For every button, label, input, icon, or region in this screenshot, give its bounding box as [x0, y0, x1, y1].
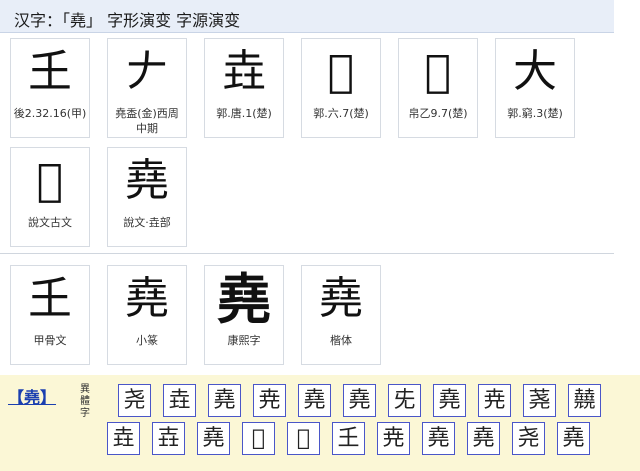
source-caption: 帛乙9.7(楚) — [408, 107, 468, 120]
script-caption: 小篆 — [136, 334, 158, 347]
script-caption: 甲骨文 — [33, 334, 67, 347]
variant-row: 垚 壵 堯 𡉈 𡉋 𡈼 尭 堯 堯 尧 堯 — [107, 422, 590, 455]
variant-char[interactable]: 尭 — [377, 422, 410, 455]
evolution-cell[interactable]: 垚 郭.唐.1(楚) — [204, 38, 284, 138]
variant-char[interactable]: 兂 — [388, 384, 421, 417]
variant-char[interactable]: 堯 — [208, 384, 241, 417]
variant-char[interactable]: 㚁 — [568, 384, 601, 417]
source-caption: 說文·垚部 — [123, 216, 171, 229]
variant-char[interactable]: 堯 — [467, 422, 500, 455]
variant-char[interactable]: 荛 — [523, 384, 556, 417]
variant-label: 異體字 — [80, 384, 90, 419]
glyph-image: 堯 — [217, 267, 271, 331]
script-style-cell[interactable]: 堯 楷体 — [301, 265, 381, 365]
source-caption: 說文古文 — [28, 216, 72, 229]
variant-char[interactable]: 尭 — [253, 384, 286, 417]
glyph-image: 𠂇 — [125, 46, 169, 97]
variant-row: 尧 垚 堯 尭 堯 堯 兂 堯 尭 荛 㚁 — [118, 384, 601, 417]
variant-char[interactable]: 𡈼 — [332, 422, 365, 455]
variant-char[interactable]: 堯 — [343, 384, 376, 417]
variant-char[interactable]: 堯 — [433, 384, 466, 417]
character-link[interactable]: 【堯】 — [8, 384, 56, 408]
evolution-cell[interactable]: 堯 說文·垚部 — [107, 147, 187, 247]
page-title: 汉字：「堯」 字形演变 字源演变 — [0, 0, 614, 33]
glyph-image: 𡈼 — [28, 46, 72, 97]
variant-char[interactable]: 堯 — [298, 384, 331, 417]
evolution-cell[interactable]: 大 郭.窮.3(楚) — [495, 38, 575, 138]
variant-char[interactable]: 堯 — [422, 422, 455, 455]
script-style-cell[interactable]: 堯 小篆 — [107, 265, 187, 365]
script-style-cell[interactable]: 堯 康熙字 — [204, 265, 284, 365]
source-caption: 後2.32.16(甲) — [13, 107, 87, 120]
glyph-image: 堯 — [319, 273, 363, 324]
variant-char[interactable]: 尧 — [118, 384, 151, 417]
glyph-image: 𡈼 — [28, 273, 72, 324]
glyph-image: 𡉋 — [424, 46, 452, 97]
evolution-cell[interactable]: 𠂇 堯盉(金)西周中期 — [107, 38, 187, 138]
variant-char[interactable]: 𡉋 — [287, 422, 320, 455]
source-caption: 堯盉(金)西周中期 — [115, 107, 179, 135]
glyph-image: 大 — [513, 46, 557, 97]
variant-char[interactable]: 垚 — [163, 384, 196, 417]
glyph-image: 𡉈 — [36, 155, 64, 206]
source-caption: 郭.窮.3(楚) — [507, 107, 563, 120]
glyph-image: 垚 — [222, 46, 266, 97]
evolution-cell[interactable]: 𡉈 說文古文 — [10, 147, 90, 247]
glyph-image: 𡉈 — [327, 46, 355, 97]
glyph-image: 堯 — [125, 155, 169, 206]
variant-char[interactable]: 垚 — [107, 422, 140, 455]
variant-char[interactable]: 堯 — [557, 422, 590, 455]
script-style-cell[interactable]: 𡈼 甲骨文 — [10, 265, 90, 365]
script-caption: 康熙字 — [227, 334, 261, 347]
variant-char[interactable]: 壵 — [152, 422, 185, 455]
source-caption: 郭.唐.1(楚) — [216, 107, 272, 120]
section-divider — [0, 253, 614, 254]
variant-characters-panel: 【堯】 異體字 尧 垚 堯 尭 堯 堯 兂 堯 尭 荛 㚁 垚 壵 堯 𡉈 𡉋 … — [0, 375, 640, 471]
script-caption: 楷体 — [330, 334, 352, 347]
evolution-cell[interactable]: 𡉋 帛乙9.7(楚) — [398, 38, 478, 138]
glyph-image: 堯 — [125, 273, 169, 324]
evolution-cell[interactable]: 𡈼 後2.32.16(甲) — [10, 38, 90, 138]
variant-char[interactable]: 𡉈 — [242, 422, 275, 455]
variant-char[interactable]: 尭 — [478, 384, 511, 417]
evolution-cell[interactable]: 𡉈 郭.六.7(楚) — [301, 38, 381, 138]
variant-char[interactable]: 尧 — [512, 422, 545, 455]
source-caption: 郭.六.7(楚) — [313, 107, 369, 120]
variant-char[interactable]: 堯 — [197, 422, 230, 455]
